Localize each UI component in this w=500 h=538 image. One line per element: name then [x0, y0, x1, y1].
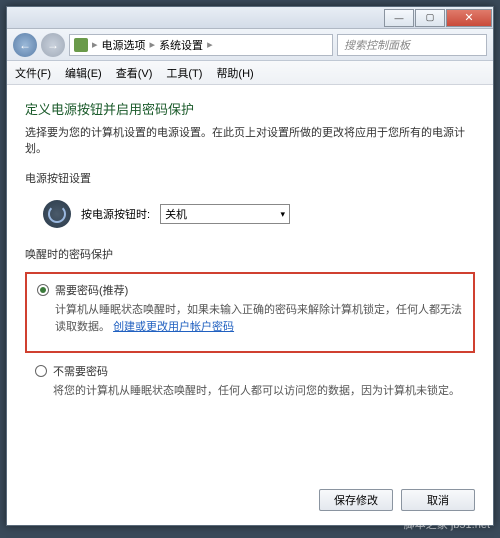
- radio-icon[interactable]: [35, 365, 47, 377]
- menu-help[interactable]: 帮助(H): [216, 65, 253, 81]
- maximize-button[interactable]: ▢: [415, 9, 445, 27]
- save-button[interactable]: 保存修改: [319, 489, 393, 511]
- section-power-button: 电源按钮设置: [25, 170, 475, 186]
- option-description: 将您的计算机从睡眠状态唤醒时，任何人都可以访问您的数据，因为计算机未锁定。: [43, 383, 475, 400]
- breadcrumb-sep: ▸: [150, 38, 156, 51]
- highlight-box: 需要密码(推荐) 计算机从睡眠状态唤醒时，如果未输入正确的密码来解除计算机锁定，…: [25, 272, 475, 353]
- window: — ▢ ✕ ← → ▸ 电源选项 ▸ 系统设置 ▸ 搜索控制面板 文件(F) 编…: [6, 6, 494, 526]
- menu-tools[interactable]: 工具(T): [166, 65, 202, 81]
- option-title: 需要密码(推荐): [55, 282, 128, 298]
- control-panel-icon: [74, 38, 88, 52]
- menu-file[interactable]: 文件(F): [15, 65, 51, 81]
- content: 定义电源按钮并启用密码保护 选择要为您的计算机设置的电源设置。在此页上对设置所做…: [7, 85, 493, 422]
- radio-icon[interactable]: [37, 284, 49, 296]
- titlebar: — ▢ ✕: [7, 7, 493, 29]
- footer-buttons: 保存修改 取消: [319, 489, 475, 511]
- page-description: 选择要为您的计算机设置的电源设置。在此页上对设置所做的更改将应用于您所有的电源计…: [25, 124, 475, 156]
- breadcrumb[interactable]: ▸ 电源选项 ▸ 系统设置 ▸: [69, 34, 333, 56]
- create-password-link[interactable]: 创建或更改用户帐户密码: [113, 321, 234, 333]
- power-button-dropdown[interactable]: 关机: [160, 204, 290, 224]
- page-title: 定义电源按钮并启用密码保护: [25, 99, 475, 118]
- breadcrumb-sep: ▸: [92, 38, 98, 51]
- menu-view[interactable]: 查看(V): [116, 65, 153, 81]
- cancel-button[interactable]: 取消: [401, 489, 475, 511]
- forward-button: →: [41, 33, 65, 57]
- option-no-password[interactable]: 不需要密码: [25, 363, 475, 379]
- menu-edit[interactable]: 编辑(E): [65, 65, 102, 81]
- breadcrumb-item[interactable]: 电源选项: [102, 37, 146, 53]
- search-input[interactable]: 搜索控制面板: [337, 34, 487, 56]
- power-icon: [43, 200, 71, 228]
- breadcrumb-sep: ▸: [207, 38, 213, 51]
- back-button[interactable]: ←: [13, 33, 37, 57]
- nav-row: ← → ▸ 电源选项 ▸ 系统设置 ▸ 搜索控制面板: [7, 29, 493, 61]
- option-title: 不需要密码: [53, 363, 108, 379]
- power-button-row: 按电源按钮时: 关机: [25, 196, 475, 246]
- option-require-password[interactable]: 需要密码(推荐): [37, 282, 463, 298]
- power-button-label: 按电源按钮时:: [81, 206, 150, 222]
- section-password: 唤醒时的密码保护: [25, 246, 475, 262]
- option-description: 计算机从睡眠状态唤醒时，如果未输入正确的密码来解除计算机锁定，任何人都无法读取数…: [55, 302, 463, 335]
- close-button[interactable]: ✕: [446, 9, 492, 27]
- minimize-button[interactable]: —: [384, 9, 414, 27]
- menubar: 文件(F) 编辑(E) 查看(V) 工具(T) 帮助(H): [7, 61, 493, 85]
- breadcrumb-item[interactable]: 系统设置: [159, 37, 203, 53]
